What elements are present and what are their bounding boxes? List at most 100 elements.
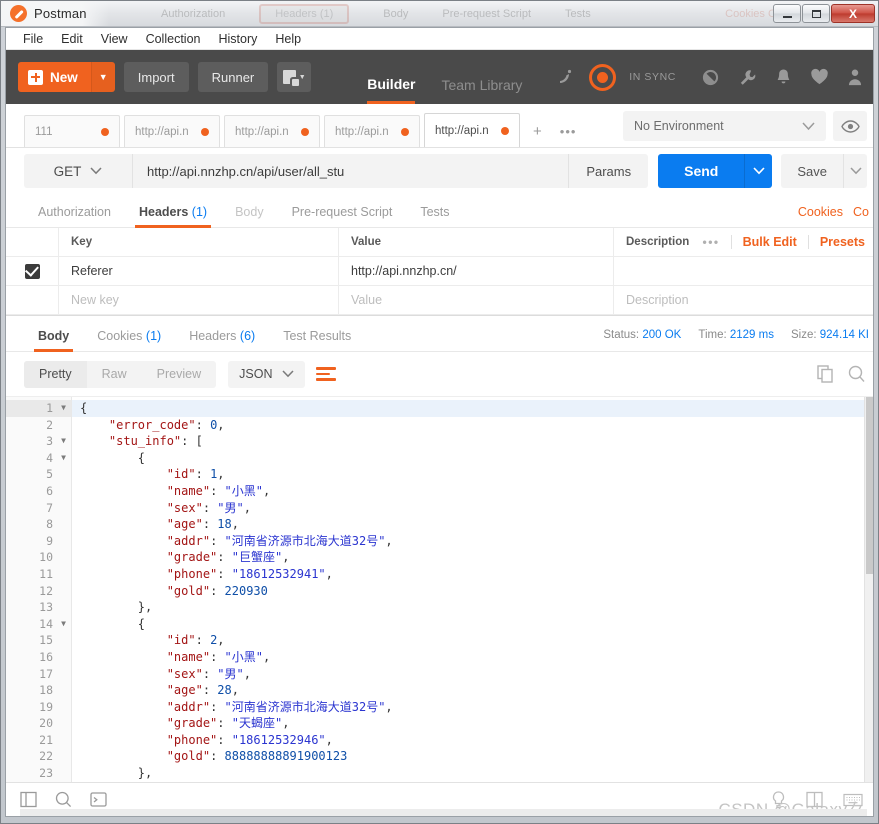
scrollbar-thumb[interactable] <box>866 397 873 575</box>
heart-icon[interactable] <box>810 68 829 86</box>
new-key-input[interactable]: New key <box>58 286 338 314</box>
http-method-select[interactable]: GET <box>24 154 132 188</box>
request-tab-4[interactable]: http://api.n <box>424 113 520 147</box>
view-mode-pretty[interactable]: Pretty <box>24 360 87 388</box>
url-input[interactable]: http://api.nnzhp.cn/api/user/all_stu <box>132 154 569 188</box>
header-more-options-button[interactable]: ••• <box>703 235 720 249</box>
app-shell: File Edit View Collection History Help N… <box>5 27 874 817</box>
menu-help[interactable]: Help <box>266 30 310 48</box>
unsaved-dot-icon <box>301 127 309 136</box>
request-tab-3[interactable]: http://api.n <box>324 115 420 147</box>
code-token: : <box>210 583 225 598</box>
code-token: "phone" <box>166 732 218 747</box>
tab-pre-request-script[interactable]: Pre-request Script <box>278 205 407 227</box>
menu-collection[interactable]: Collection <box>137 30 210 48</box>
code-token: , <box>325 566 333 581</box>
presets-link[interactable]: Presets <box>820 235 865 249</box>
user-icon[interactable] <box>847 68 863 87</box>
header-row-checkbox-cell[interactable] <box>6 263 58 279</box>
fold-toggle-icon[interactable]: ▼ <box>61 450 66 467</box>
fold-toggle-icon[interactable]: ▼ <box>61 433 66 450</box>
header-description-cell[interactable] <box>613 257 873 285</box>
sync-status-icon[interactable] <box>589 63 617 91</box>
header-value-cell[interactable]: http://api.nnzhp.cn/ <box>338 257 613 285</box>
params-button[interactable]: Params <box>568 154 649 188</box>
search-icon[interactable] <box>55 791 72 808</box>
view-mode-preview[interactable]: Preview <box>142 361 216 388</box>
response-tab-cookies[interactable]: Cookies (1) <box>83 329 175 351</box>
json-code-content[interactable]: { "error_code": 0, "stu_info": [ { "id":… <box>72 397 873 782</box>
tab-team-library[interactable]: Team Library <box>441 50 522 104</box>
keyboard-icon[interactable] <box>843 793 863 807</box>
new-description-input[interactable]: Description <box>613 286 873 314</box>
fold-toggle-icon[interactable]: ▼ <box>61 616 66 633</box>
horizontal-scrollbar[interactable] <box>20 809 867 816</box>
new-collection-button[interactable]: ▼ <box>277 62 312 92</box>
code-link[interactable]: Co <box>853 205 869 219</box>
code-token: "河南省济源市北海大道32号" <box>224 533 386 548</box>
send-options-button[interactable] <box>744 154 773 188</box>
wrench-icon[interactable] <box>738 68 757 87</box>
response-language-select[interactable]: JSON <box>228 360 306 388</box>
header-key-cell[interactable]: Referer <box>58 257 338 285</box>
wrap-lines-button[interactable] <box>316 361 342 387</box>
line-number: 10 <box>39 550 53 565</box>
import-button[interactable]: Import <box>123 62 189 92</box>
interceptor-icon[interactable] <box>701 68 720 87</box>
menu-history[interactable]: History <box>209 30 266 48</box>
copy-icon[interactable] <box>817 365 834 383</box>
save-options-button[interactable] <box>843 154 867 188</box>
response-tab-body[interactable]: Body <box>24 329 83 352</box>
request-tab-1[interactable]: http://api.n <box>124 115 220 147</box>
minimize-button[interactable] <box>773 4 801 23</box>
menu-view[interactable]: View <box>92 30 137 48</box>
unsaved-dot-icon <box>201 127 209 136</box>
sidebar-toggle-icon[interactable] <box>20 791 37 808</box>
send-button[interactable]: Send <box>658 154 745 188</box>
environment-select[interactable]: No Environment <box>623 111 826 141</box>
tab-tests[interactable]: Tests <box>406 205 463 227</box>
table-row-new[interactable]: New key Value Description <box>6 286 873 315</box>
menu-edit[interactable]: Edit <box>52 30 92 48</box>
response-scrollbar[interactable] <box>864 397 873 782</box>
runner-button[interactable]: Runner <box>197 62 269 92</box>
view-mode-raw[interactable]: Raw <box>87 361 142 388</box>
fold-toggle-icon[interactable]: ▼ <box>61 400 66 417</box>
tab-authorization[interactable]: Authorization <box>24 205 125 227</box>
table-row[interactable]: Referer http://api.nnzhp.cn/ <box>6 257 873 286</box>
bulb-icon[interactable] <box>771 790 786 809</box>
layout-icon[interactable] <box>806 791 823 808</box>
tab-options-button[interactable]: ••• <box>551 115 586 147</box>
environment-quick-look-button[interactable] <box>833 111 867 141</box>
code-token: , <box>231 517 239 532</box>
console-icon[interactable] <box>90 791 107 808</box>
tab-headers[interactable]: Headers (1) <box>125 205 221 228</box>
bulk-edit-link[interactable]: Bulk Edit <box>743 235 797 249</box>
line-number: 2 <box>46 417 53 432</box>
search-icon[interactable] <box>848 365 865 383</box>
new-value-input[interactable]: Value <box>338 286 613 314</box>
code-line: "addr": "河南省济源市北海大道32号", <box>72 699 873 716</box>
bell-icon[interactable] <box>775 68 792 87</box>
new-button[interactable]: New ▼ <box>18 62 115 92</box>
maximize-button[interactable] <box>802 4 830 23</box>
size-label: Size: <box>790 329 817 341</box>
close-button[interactable]: X <box>831 4 875 23</box>
save-button[interactable]: Save <box>781 154 843 188</box>
tab-builder[interactable]: Builder <box>367 50 416 104</box>
request-tab-0[interactable]: 111 <box>24 115 120 147</box>
code-token: "age" <box>166 517 203 532</box>
title-left-group: Postman <box>1 1 109 26</box>
response-tab-test-results[interactable]: Test Results <box>269 329 365 351</box>
new-dropdown-caret-icon[interactable]: ▼ <box>90 62 115 92</box>
request-tab-2[interactable]: http://api.n <box>224 115 320 147</box>
menu-file[interactable]: File <box>14 30 52 48</box>
new-key-placeholder: New key <box>71 293 119 307</box>
tab-body[interactable]: Body <box>221 205 278 227</box>
response-tab-headers[interactable]: Headers (6) <box>175 329 269 351</box>
satellite-icon[interactable] <box>556 67 576 87</box>
add-tab-button[interactable]: + <box>524 115 551 147</box>
response-body-viewer[interactable]: 1 ▼ 2 3 ▼ 4 ▼ 5 6 7 8 9 10 11 12 13 14 ▼ 15 16 17 18 19 20 21 22 2… <box>6 396 873 782</box>
row-checkbox[interactable] <box>24 263 40 279</box>
cookies-link[interactable]: Cookies <box>798 205 843 219</box>
